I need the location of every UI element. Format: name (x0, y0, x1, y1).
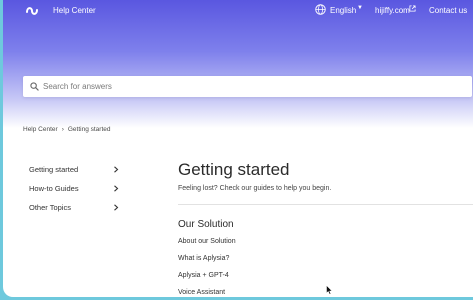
breadcrumb: Help Center › Getting started (23, 126, 111, 133)
article-link[interactable]: What is Aplysia? (178, 255, 229, 262)
breadcrumb-current[interactable]: Getting started (68, 126, 111, 133)
page-subtitle: Feeling lost? Check our guides to help y… (178, 185, 332, 192)
page-title: Getting started (178, 160, 290, 179)
language-selector[interactable]: English (330, 6, 356, 15)
search-bar[interactable] (23, 76, 472, 97)
external-link-icon (409, 5, 416, 12)
help-center-page: Help Center English ▼ hijiffy.com Contac… (3, 0, 473, 297)
breadcrumb-home[interactable]: Help Center (23, 126, 58, 133)
chevron-right-icon (114, 185, 119, 192)
divider (178, 204, 473, 205)
chevron-right-icon (114, 166, 119, 173)
article-link[interactable]: Voice Assistant (178, 289, 225, 296)
hero-banner: Help Center English ▼ hijiffy.com Contac… (3, 0, 473, 128)
article-link[interactable]: About our Solution (178, 238, 236, 245)
article-link[interactable]: Aplysia + GPT-4 (178, 272, 229, 279)
chevron-right-icon (114, 204, 119, 211)
search-input[interactable] (43, 76, 463, 97)
globe-icon (315, 4, 326, 15)
site-link[interactable]: hijiffy.com (375, 6, 410, 15)
sidebar-item-getting-started[interactable]: Getting started (29, 165, 78, 174)
chevron-down-icon: ▼ (357, 5, 363, 11)
contact-us-link[interactable]: Contact us (429, 6, 467, 15)
search-icon (30, 82, 39, 91)
sidebar-item-how-to-guides[interactable]: How-to Guides (29, 184, 79, 193)
sidebar-item-other-topics[interactable]: Other Topics (29, 203, 71, 212)
hijiffy-logo-icon[interactable] (24, 3, 40, 19)
chevron-right-icon: › (61, 126, 64, 133)
mouse-cursor-icon (326, 285, 333, 295)
nav-help-center-title[interactable]: Help Center (53, 6, 96, 15)
section-title[interactable]: Our Solution (178, 219, 234, 230)
